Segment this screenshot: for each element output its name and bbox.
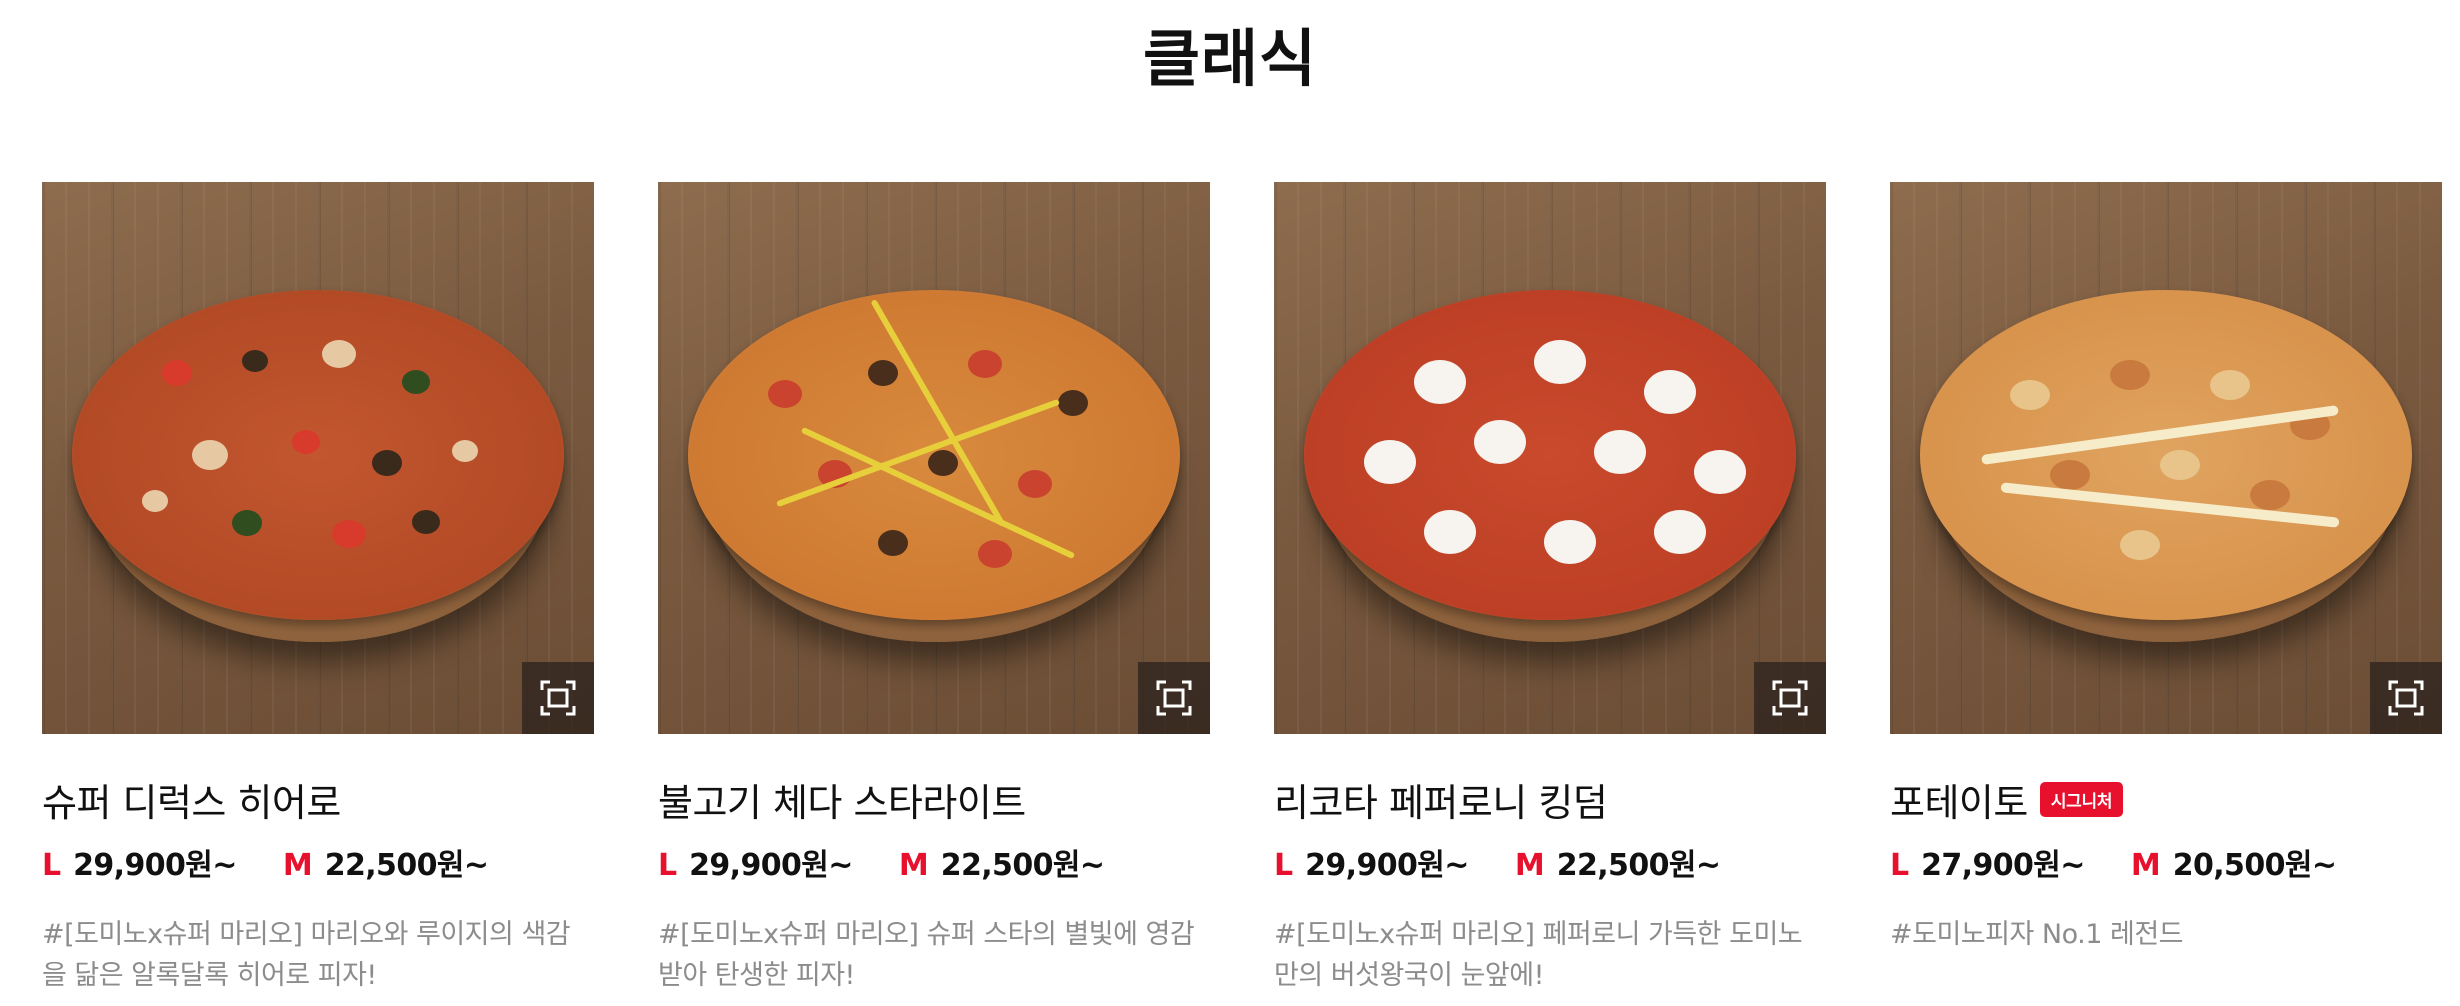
size-large-label: L bbox=[1890, 848, 1910, 883]
size-medium-label: M bbox=[1514, 848, 1545, 883]
product-card[interactable]: 슈퍼 디럭스 히어로 L 29,900원~ M 22,500원~ #[도미노x슈… bbox=[42, 182, 594, 996]
product-description: #[도미노x슈퍼 마리오] 페퍼로니 가득한 도미노만의 버섯왕국이 눈앞에! bbox=[1274, 919, 1803, 991]
price-row: L 29,900원~ M 22,500원~ bbox=[658, 840, 1210, 884]
zoom-button[interactable] bbox=[522, 662, 594, 734]
expand-frame-icon bbox=[2388, 680, 2424, 716]
product-description: #도미노피자 No.1 레전드 bbox=[1890, 919, 2184, 950]
product-card[interactable]: 리코타 페퍼로니 킹덤 L 29,900원~ M 22,500원~ #[도미노x… bbox=[1274, 182, 1826, 996]
product-image[interactable] bbox=[42, 182, 594, 734]
product-name[interactable]: 리코타 페퍼로니 킹덤 bbox=[1274, 772, 1608, 827]
product-name-row: 포테이토 시그니처 bbox=[1890, 770, 2442, 828]
size-large-label: L bbox=[1274, 848, 1294, 883]
product-name[interactable]: 슈퍼 디럭스 히어로 bbox=[42, 772, 341, 827]
pizza bbox=[1304, 290, 1796, 620]
price-row: L 27,900원~ M 20,500원~ bbox=[1890, 840, 2442, 884]
size-large-label: L bbox=[42, 848, 62, 883]
zoom-button[interactable] bbox=[1754, 662, 1826, 734]
product-description: #[도미노x슈퍼 마리오] 마리오와 루이지의 색감을 닮은 알록달록 히어로 … bbox=[42, 919, 571, 991]
product-card[interactable]: 포테이토 시그니처 L 27,900원~ M 20,500원~ #도미노피자 N… bbox=[1890, 182, 2442, 955]
size-medium-label: M bbox=[282, 848, 313, 883]
price-medium: 22,500원~ bbox=[1556, 848, 1721, 883]
expand-frame-icon bbox=[1772, 680, 1808, 716]
product-image[interactable] bbox=[658, 182, 1210, 734]
product-name[interactable]: 불고기 체다 스타라이트 bbox=[658, 772, 1026, 827]
price-large: 29,900원~ bbox=[689, 848, 853, 883]
pizza bbox=[1920, 290, 2412, 620]
expand-frame-icon bbox=[1156, 680, 1192, 716]
section-title: 클래식 bbox=[1142, 22, 1318, 95]
price-medium: 20,500원~ bbox=[2172, 848, 2337, 883]
price-medium: 22,500원~ bbox=[324, 848, 489, 883]
product-name-row: 불고기 체다 스타라이트 bbox=[658, 770, 1210, 828]
product-image[interactable] bbox=[1890, 182, 2442, 734]
price-large: 29,900원~ bbox=[1305, 848, 1469, 883]
product-name-row: 리코타 페퍼로니 킹덤 bbox=[1274, 770, 1826, 828]
product-name[interactable]: 포테이토 bbox=[1890, 772, 2028, 827]
product-name-row: 슈퍼 디럭스 히어로 bbox=[42, 770, 594, 828]
price-large: 27,900원~ bbox=[1921, 848, 2085, 883]
size-medium-label: M bbox=[898, 848, 929, 883]
size-medium-label: M bbox=[2130, 848, 2161, 883]
product-card[interactable]: 불고기 체다 스타라이트 L 29,900원~ M 22,500원~ #[도미노… bbox=[658, 182, 1210, 996]
pizza bbox=[72, 290, 564, 620]
product-image[interactable] bbox=[1274, 182, 1826, 734]
zoom-button[interactable] bbox=[1138, 662, 1210, 734]
zoom-button[interactable] bbox=[2370, 662, 2442, 734]
price-medium: 22,500원~ bbox=[940, 848, 1105, 883]
price-large: 29,900원~ bbox=[73, 848, 237, 883]
price-row: L 29,900원~ M 22,500원~ bbox=[1274, 840, 1826, 884]
signature-badge: 시그니처 bbox=[2039, 781, 2124, 817]
expand-frame-icon bbox=[540, 680, 576, 716]
size-large-label: L bbox=[658, 848, 678, 883]
price-row: L 29,900원~ M 22,500원~ bbox=[42, 840, 594, 884]
product-description: #[도미노x슈퍼 마리오] 슈퍼 스타의 별빛에 영감 받아 탄생한 피자! bbox=[658, 919, 1195, 991]
product-grid: 슈퍼 디럭스 히어로 L 29,900원~ M 22,500원~ #[도미노x슈… bbox=[42, 182, 2460, 1006]
pizza bbox=[688, 290, 1180, 620]
